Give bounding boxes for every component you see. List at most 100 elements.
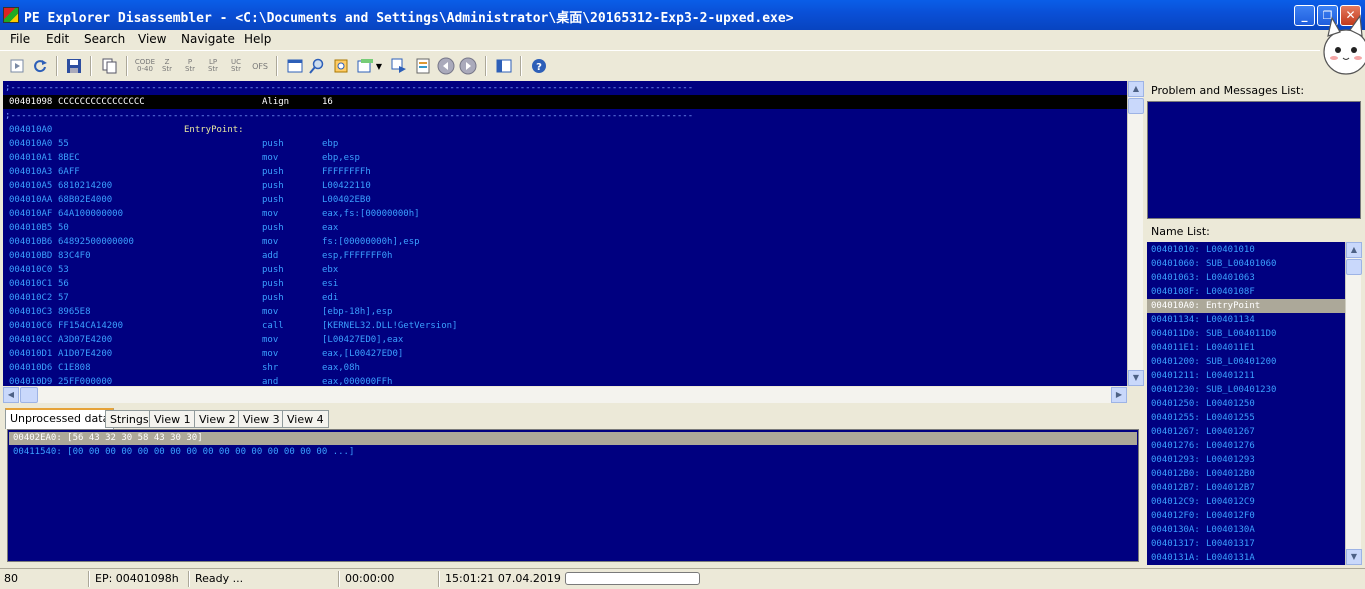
disasm-row[interactable]: 004010CC A3D07E4200 mov [L00427ED0],eax <box>3 333 1127 347</box>
disasm-row[interactable]: 004010B5 50 push eax <box>3 221 1127 235</box>
scroll-right-icon[interactable]: ▶ <box>1111 387 1127 403</box>
name-list-item[interactable]: 004011D0: SUB_L004011D0 <box>1147 327 1345 341</box>
tab-view-1[interactable]: View 1 <box>149 410 196 428</box>
name-label: L0040108F <box>1206 287 1255 297</box>
entry-label-row[interactable]: 004010A0 EntryPoint: <box>3 123 1127 137</box>
list-icon[interactable] <box>413 56 433 76</box>
scroll-up-icon[interactable]: ▲ <box>1128 81 1144 97</box>
name-list-item[interactable]: 004012C9: L004012C9 <box>1147 495 1345 509</box>
disasm-row[interactable]: 004010C0 53 push ebx <box>3 263 1127 277</box>
scroll-left-icon[interactable]: ◀ <box>3 387 19 403</box>
title-bar[interactable]: PE Explorer Disassembler - <C:\Documents… <box>0 0 1365 30</box>
name-list-item[interactable]: 00401276: L00401276 <box>1147 439 1345 453</box>
unprocessed-data-panel[interactable]: 00402EA0: [56 43 32 30 58 43 30 30] 0041… <box>7 429 1139 562</box>
minimize-button[interactable]: _ <box>1294 5 1315 26</box>
find-icon[interactable] <box>307 56 327 76</box>
scroll-thumb[interactable] <box>1128 98 1144 114</box>
menu-search[interactable]: Search <box>84 32 125 46</box>
name-list-item[interactable]: 00401317: L00401317 <box>1147 537 1345 551</box>
name-list-item[interactable]: 004012B7: L004012B7 <box>1147 481 1345 495</box>
zero-terminated-string-icon[interactable]: Z Str <box>157 56 177 76</box>
tab-view-2[interactable]: View 2 <box>194 410 241 428</box>
name-list-item[interactable]: 00401267: L00401267 <box>1147 425 1345 439</box>
panel-layout-icon[interactable] <box>494 56 514 76</box>
code-string-icon[interactable]: CODE 0-40 <box>135 56 155 76</box>
disasm-row[interactable]: 004010A0 55 push ebp <box>3 137 1127 151</box>
row-operand: eax,fs:[00000000h] <box>322 209 420 219</box>
copy-icon[interactable] <box>99 56 119 76</box>
find-next-icon[interactable] <box>331 56 351 76</box>
name-list[interactable]: 00401010: L00401010 00401060: SUB_L00401060… <box>1147 242 1345 565</box>
disassembly-view[interactable]: ;---------------------------------------… <box>3 81 1127 386</box>
name-list-item[interactable]: 0040108F: L0040108F <box>1147 285 1345 299</box>
problem-messages-list[interactable] <box>1147 101 1361 219</box>
disasm-row[interactable]: 004010AF 64A100000000 mov eax,fs:[00000000h… <box>3 207 1127 221</box>
name-list-item[interactable]: 00401255: L00401255 <box>1147 411 1345 425</box>
menu-view[interactable]: View <box>138 32 166 46</box>
disasm-row[interactable]: 004010A5 6810214200 push L00422110 <box>3 179 1127 193</box>
name-list-item[interactable]: 004010A0: EntryPoint <box>1147 299 1345 313</box>
disasm-row[interactable]: 004010D6 C1E808 shr eax,08h <box>3 361 1127 375</box>
menu-navigate[interactable]: Navigate <box>181 32 235 46</box>
save-icon[interactable] <box>64 56 84 76</box>
disasm-row-selected[interactable]: 00401098 CCCCCCCCCCCCCCCC Align 16 <box>3 95 1127 109</box>
scroll-thumb[interactable] <box>1346 259 1362 275</box>
menu-file[interactable]: File <box>10 32 30 46</box>
disasm-row[interactable]: 004010A3 6AFF push FFFFFFFFh <box>3 165 1127 179</box>
disasm-row[interactable]: 004010D1 A1D07E4200 mov eax,[L00427ED0] <box>3 347 1127 361</box>
play-icon[interactable] <box>7 56 27 76</box>
name-list-item[interactable]: 004011E1: L004011E1 <box>1147 341 1345 355</box>
window-icon[interactable] <box>285 56 305 76</box>
tab-strings[interactable]: Strings <box>105 410 154 428</box>
disasm-row[interactable]: 004010AA 68B02E4000 push L00402EB0 <box>3 193 1127 207</box>
disasm-row[interactable]: 004010D9 25FF000000 and eax,000000FFh <box>3 375 1127 386</box>
scroll-up-icon[interactable]: ▲ <box>1346 242 1362 258</box>
disasm-row[interactable]: 004010B6 64892500000000 mov fs:[00000000h],… <box>3 235 1127 249</box>
disasm-row[interactable]: 004010C6 FF154CA14200 call [KERNEL32.DLL!Ge… <box>3 319 1127 333</box>
horizontal-scroll-thumb[interactable] <box>20 387 38 403</box>
forward-icon[interactable] <box>458 56 478 76</box>
separator-text: ;---------------------------------------… <box>5 83 694 93</box>
disasm-row[interactable]: 004010A1 8BEC mov ebp,esp <box>3 151 1127 165</box>
name-list-item[interactable]: 004012F0: L004012F0 <box>1147 509 1345 523</box>
disasm-horizontal-scrollbar[interactable]: ◀ ▶ <box>3 387 1127 403</box>
list-item[interactable]: 00411540: [00 00 00 00 00 00 00 00 00 00… <box>9 446 1137 459</box>
name-list-item[interactable]: 00401063: L00401063 <box>1147 271 1345 285</box>
disasm-row[interactable]: 004010BD 83C4F0 add esp,FFFFFFF0h <box>3 249 1127 263</box>
list-item[interactable]: 00402EA0: [56 43 32 30 58 43 30 30] <box>9 432 1137 445</box>
long-pascal-string-icon[interactable]: LP Str <box>203 56 223 76</box>
disasm-row[interactable]: 004010C3 8965E8 mov [ebp-18h],esp <box>3 305 1127 319</box>
disasm-row[interactable]: 004010C1 56 push esi <box>3 277 1127 291</box>
pascal-string-icon[interactable]: P Str <box>180 56 200 76</box>
name-list-item[interactable]: 00401200: SUB_L00401200 <box>1147 355 1345 369</box>
name-list-item[interactable]: 0040131A: L0040131A <box>1147 551 1345 565</box>
tab-view-4[interactable]: View 4 <box>282 410 329 428</box>
row-operand: FFFFFFFFh <box>322 167 371 177</box>
help-icon[interactable]: ? <box>529 56 549 76</box>
disasm-vertical-scrollbar[interactable]: ▲ ▼ <box>1127 81 1144 386</box>
name-list-item[interactable]: 00401060: SUB_L00401060 <box>1147 257 1345 271</box>
name-list-item[interactable]: 00401010: L00401010 <box>1147 243 1345 257</box>
scroll-down-icon[interactable]: ▼ <box>1128 370 1144 386</box>
menu-help[interactable]: Help <box>244 32 271 46</box>
tab-unprocessed-data[interactable]: Unprocessed data <box>5 408 115 429</box>
name-list-item[interactable]: 00401293: L00401293 <box>1147 453 1345 467</box>
name-list-item[interactable]: 0040130A: L0040130A <box>1147 523 1345 537</box>
back-icon[interactable] <box>436 56 456 76</box>
offset-icon[interactable]: OFS <box>250 56 270 76</box>
goto-icon[interactable] <box>355 56 375 76</box>
name-list-item[interactable]: 00401250: L00401250 <box>1147 397 1345 411</box>
disasm-row[interactable]: 004010C2 57 push edi <box>3 291 1127 305</box>
chevron-down-icon[interactable]: ▼ <box>373 56 385 76</box>
name-list-scrollbar[interactable]: ▲ ▼ <box>1345 242 1362 565</box>
name-list-item[interactable]: 00401230: SUB_L00401230 <box>1147 383 1345 397</box>
name-list-item[interactable]: 00401134: L00401134 <box>1147 313 1345 327</box>
goto-address-icon[interactable] <box>389 56 409 76</box>
refresh-icon[interactable] <box>30 56 50 76</box>
menu-edit[interactable]: Edit <box>46 32 69 46</box>
name-list-item[interactable]: 00401211: L00401211 <box>1147 369 1345 383</box>
scroll-down-icon[interactable]: ▼ <box>1346 549 1362 565</box>
name-list-item[interactable]: 004012B0: L004012B0 <box>1147 467 1345 481</box>
tab-view-3[interactable]: View 3 <box>238 410 285 428</box>
unicode-string-icon[interactable]: UC Str <box>226 56 246 76</box>
